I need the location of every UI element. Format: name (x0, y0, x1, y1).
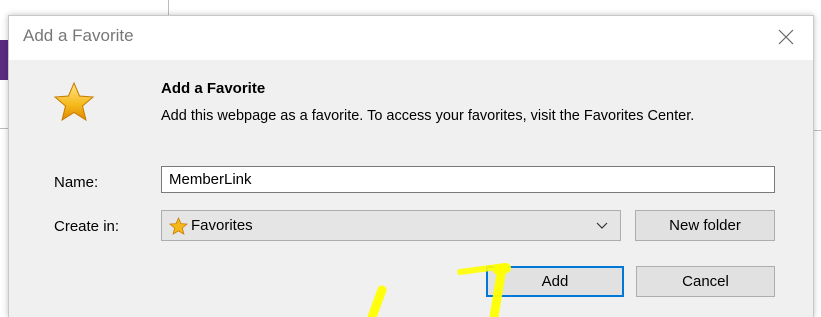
background-divider-right (814, 130, 821, 131)
background-divider (168, 0, 169, 15)
header-title: Add a Favorite (161, 80, 266, 97)
chevron-down-icon (596, 222, 608, 229)
create-in-dropdown[interactable]: Favorites (161, 210, 621, 241)
new-folder-button[interactable]: New folder (635, 210, 775, 241)
name-label: Name: (54, 174, 99, 191)
create-in-label: Create in: (54, 218, 120, 235)
cancel-button[interactable]: Cancel (636, 266, 775, 297)
add-favorite-dialog: Add a Favorite Add a Favorite Add this w… (8, 15, 814, 317)
favorites-star-icon (169, 217, 188, 235)
add-button[interactable]: Add (486, 266, 624, 297)
dialog-title: Add a Favorite (23, 26, 134, 45)
background-divider-left (0, 128, 8, 129)
star-icon (53, 81, 95, 122)
dialog-titlebar: Add a Favorite (9, 16, 813, 60)
close-icon (778, 29, 794, 45)
name-input[interactable] (161, 166, 775, 193)
background-purple-strip (0, 40, 8, 80)
header-description: Add this webpage as a favorite. To acces… (161, 108, 695, 124)
create-in-selected: Favorites (191, 217, 253, 234)
close-button[interactable] (773, 24, 799, 50)
